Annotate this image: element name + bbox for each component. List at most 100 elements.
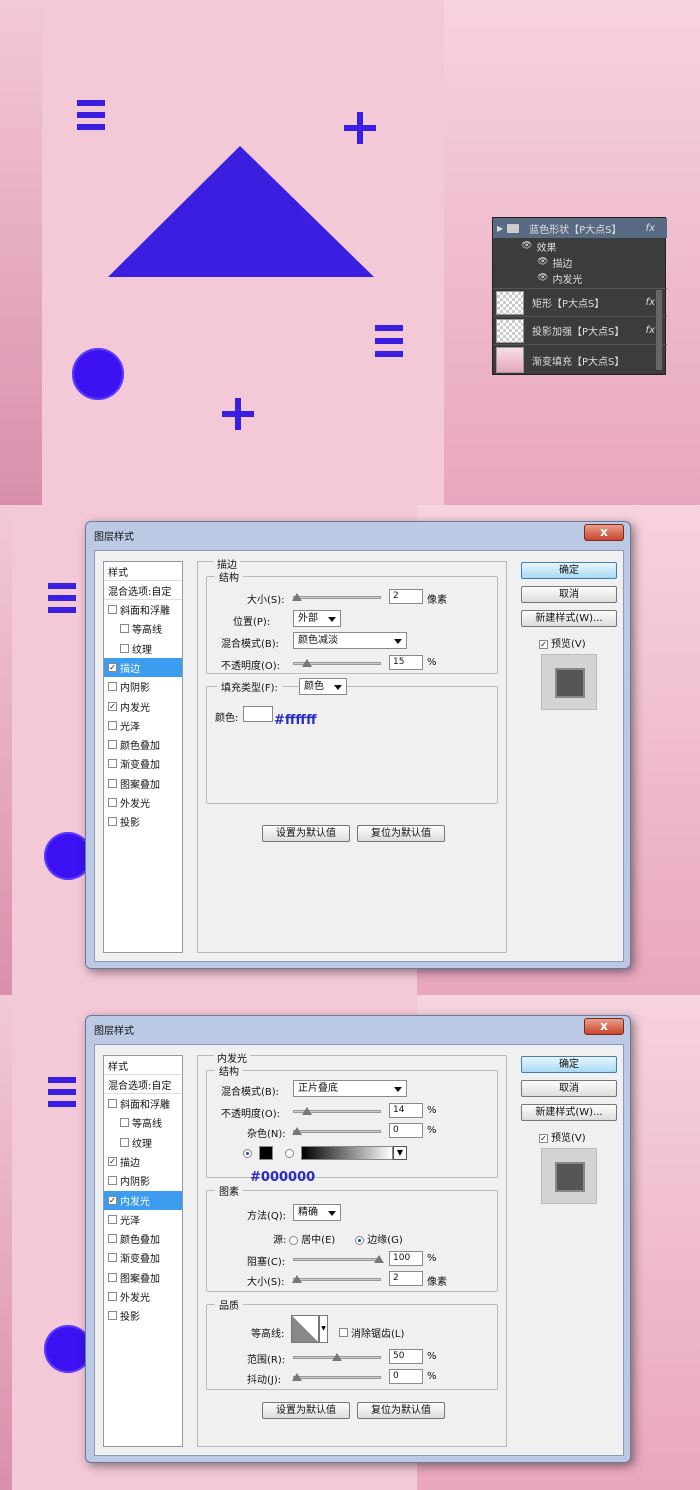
new-style-button[interactable]: 新建样式(W)...: [521, 1104, 617, 1121]
style-checkbox[interactable]: ✓: [108, 662, 117, 672]
noise-field[interactable]: 0: [389, 1123, 423, 1138]
effects-row[interactable]: 👁 效果: [493, 238, 667, 254]
size-field[interactable]: 2: [389, 589, 423, 604]
cancel-button[interactable]: 取消: [521, 586, 617, 603]
blend-options-item[interactable]: 混合选项:自定: [104, 581, 182, 600]
style-item[interactable]: 光泽: [104, 1210, 182, 1229]
style-item[interactable]: 渐变叠加: [104, 754, 182, 773]
style-item[interactable]: 图案叠加: [104, 1268, 182, 1287]
style-checkbox[interactable]: [108, 817, 117, 827]
style-item[interactable]: 等高线: [104, 619, 182, 638]
ok-button[interactable]: 确定: [521, 562, 617, 579]
style-checkbox[interactable]: ✓: [108, 1156, 117, 1166]
style-item[interactable]: 斜面和浮雕: [104, 600, 182, 619]
contour-picker[interactable]: [291, 1315, 319, 1343]
opacity-slider[interactable]: [293, 1107, 381, 1115]
noise-slider[interactable]: [292, 1127, 381, 1135]
eye-icon[interactable]: 👁: [537, 257, 548, 267]
preview-checkbox[interactable]: ✓ 预览(V): [539, 1129, 586, 1144]
style-item[interactable]: 外发光: [104, 793, 182, 812]
eye-icon[interactable]: 👁: [521, 241, 532, 251]
style-checkbox[interactable]: [108, 798, 117, 807]
style-checkbox[interactable]: [120, 643, 129, 653]
jitter-field[interactable]: 0: [389, 1369, 423, 1384]
style-checkbox[interactable]: [120, 624, 129, 634]
size-slider[interactable]: [292, 1275, 381, 1283]
style-checkbox[interactable]: [108, 720, 117, 730]
style-checkbox[interactable]: [108, 778, 117, 788]
opacity-field[interactable]: 15: [389, 655, 423, 670]
style-checkbox[interactable]: [108, 1272, 117, 1282]
style-item[interactable]: 斜面和浮雕: [104, 1094, 182, 1113]
size-slider[interactable]: [292, 593, 381, 601]
style-item[interactable]: 等高线: [104, 1113, 182, 1132]
layer-group-row[interactable]: ▶ 蓝色形状【P大点S】 fx: [493, 218, 667, 238]
antialias-checkbox[interactable]: 消除锯齿(L): [339, 1325, 404, 1340]
layers-scrollbar[interactable]: [656, 290, 662, 370]
range-field[interactable]: 50: [389, 1349, 423, 1364]
choke-field[interactable]: 100: [389, 1251, 423, 1266]
source-edge-radio[interactable]: 边缘(G): [355, 1231, 403, 1246]
method-select[interactable]: 精确: [293, 1204, 341, 1221]
chevron-down-icon[interactable]: ▼: [319, 1315, 328, 1343]
reset-default-button[interactable]: 复位为默认值: [357, 825, 445, 842]
gradient-swatch[interactable]: [301, 1146, 393, 1160]
gradient-radio[interactable]: [285, 1149, 294, 1158]
style-checkbox[interactable]: [108, 1214, 117, 1224]
glow-color-swatch[interactable]: [259, 1146, 273, 1160]
ok-button[interactable]: 确定: [521, 1056, 617, 1073]
style-item[interactable]: ✓ 描边: [104, 657, 182, 677]
style-list-header[interactable]: 样式: [104, 562, 182, 581]
style-item[interactable]: 图案叠加: [104, 774, 182, 793]
color-swatch[interactable]: [243, 706, 273, 722]
style-item[interactable]: 投影: [104, 1306, 182, 1325]
make-default-button[interactable]: 设置为默认值: [262, 825, 350, 842]
effect-row-inner-glow[interactable]: 👁 内发光: [493, 270, 667, 286]
style-item[interactable]: 外发光: [104, 1287, 182, 1306]
eye-icon[interactable]: 👁: [537, 273, 548, 283]
chevron-down-icon[interactable]: ▼: [393, 1146, 407, 1160]
choke-slider[interactable]: [293, 1255, 384, 1263]
close-button[interactable]: x: [584, 1018, 624, 1035]
style-item[interactable]: 渐变叠加: [104, 1248, 182, 1267]
style-checkbox[interactable]: [108, 1099, 117, 1108]
style-checkbox[interactable]: ✓: [108, 701, 117, 711]
jitter-slider[interactable]: [292, 1373, 381, 1381]
style-item[interactable]: ✓ 内发光: [104, 1190, 182, 1210]
opacity-field[interactable]: 14: [389, 1103, 423, 1118]
effect-row-stroke[interactable]: 👁 描边: [493, 254, 667, 270]
blend-options-item[interactable]: 混合选项:自定: [104, 1075, 182, 1094]
layer-row[interactable]: 矩形【P大点S】 fx: [493, 288, 667, 316]
layer-row[interactable]: 渐变填充【P大点S】: [493, 344, 667, 375]
style-checkbox[interactable]: [120, 1137, 129, 1147]
style-item[interactable]: 颜色叠加: [104, 735, 182, 754]
fill-type-select[interactable]: 颜色: [299, 678, 347, 695]
close-button[interactable]: x: [584, 524, 624, 541]
style-checkbox[interactable]: [108, 759, 117, 769]
style-item[interactable]: 内阴影: [104, 677, 182, 696]
style-checkbox[interactable]: [108, 682, 117, 692]
style-item[interactable]: 光泽: [104, 716, 182, 735]
size-field[interactable]: 2: [389, 1271, 423, 1286]
blend-mode-select[interactable]: 正片叠底: [293, 1080, 407, 1097]
style-checkbox[interactable]: [108, 1292, 117, 1301]
style-item[interactable]: ✓ 内发光: [104, 697, 182, 716]
style-item[interactable]: 颜色叠加: [104, 1229, 182, 1248]
style-item[interactable]: ✓ 描边: [104, 1152, 182, 1171]
new-style-button[interactable]: 新建样式(W)...: [521, 610, 617, 627]
opacity-slider[interactable]: [293, 659, 381, 667]
style-checkbox[interactable]: [108, 740, 117, 750]
style-item[interactable]: 纹理: [104, 639, 182, 658]
style-checkbox[interactable]: [120, 1118, 129, 1128]
style-checkbox[interactable]: ✓: [108, 1195, 117, 1205]
style-item[interactable]: 纹理: [104, 1133, 182, 1152]
style-checkbox[interactable]: [108, 1234, 117, 1244]
layer-row[interactable]: 投影加强【P大点S】 fx: [493, 316, 667, 344]
style-list-header[interactable]: 样式: [104, 1056, 182, 1075]
blend-mode-select[interactable]: 颜色减淡: [293, 632, 407, 649]
expand-arrow-icon[interactable]: ▶: [497, 224, 503, 233]
color-radio[interactable]: [243, 1149, 252, 1158]
style-checkbox[interactable]: [108, 1311, 117, 1321]
make-default-button[interactable]: 设置为默认值: [262, 1402, 350, 1419]
style-item[interactable]: 内阴影: [104, 1171, 182, 1190]
